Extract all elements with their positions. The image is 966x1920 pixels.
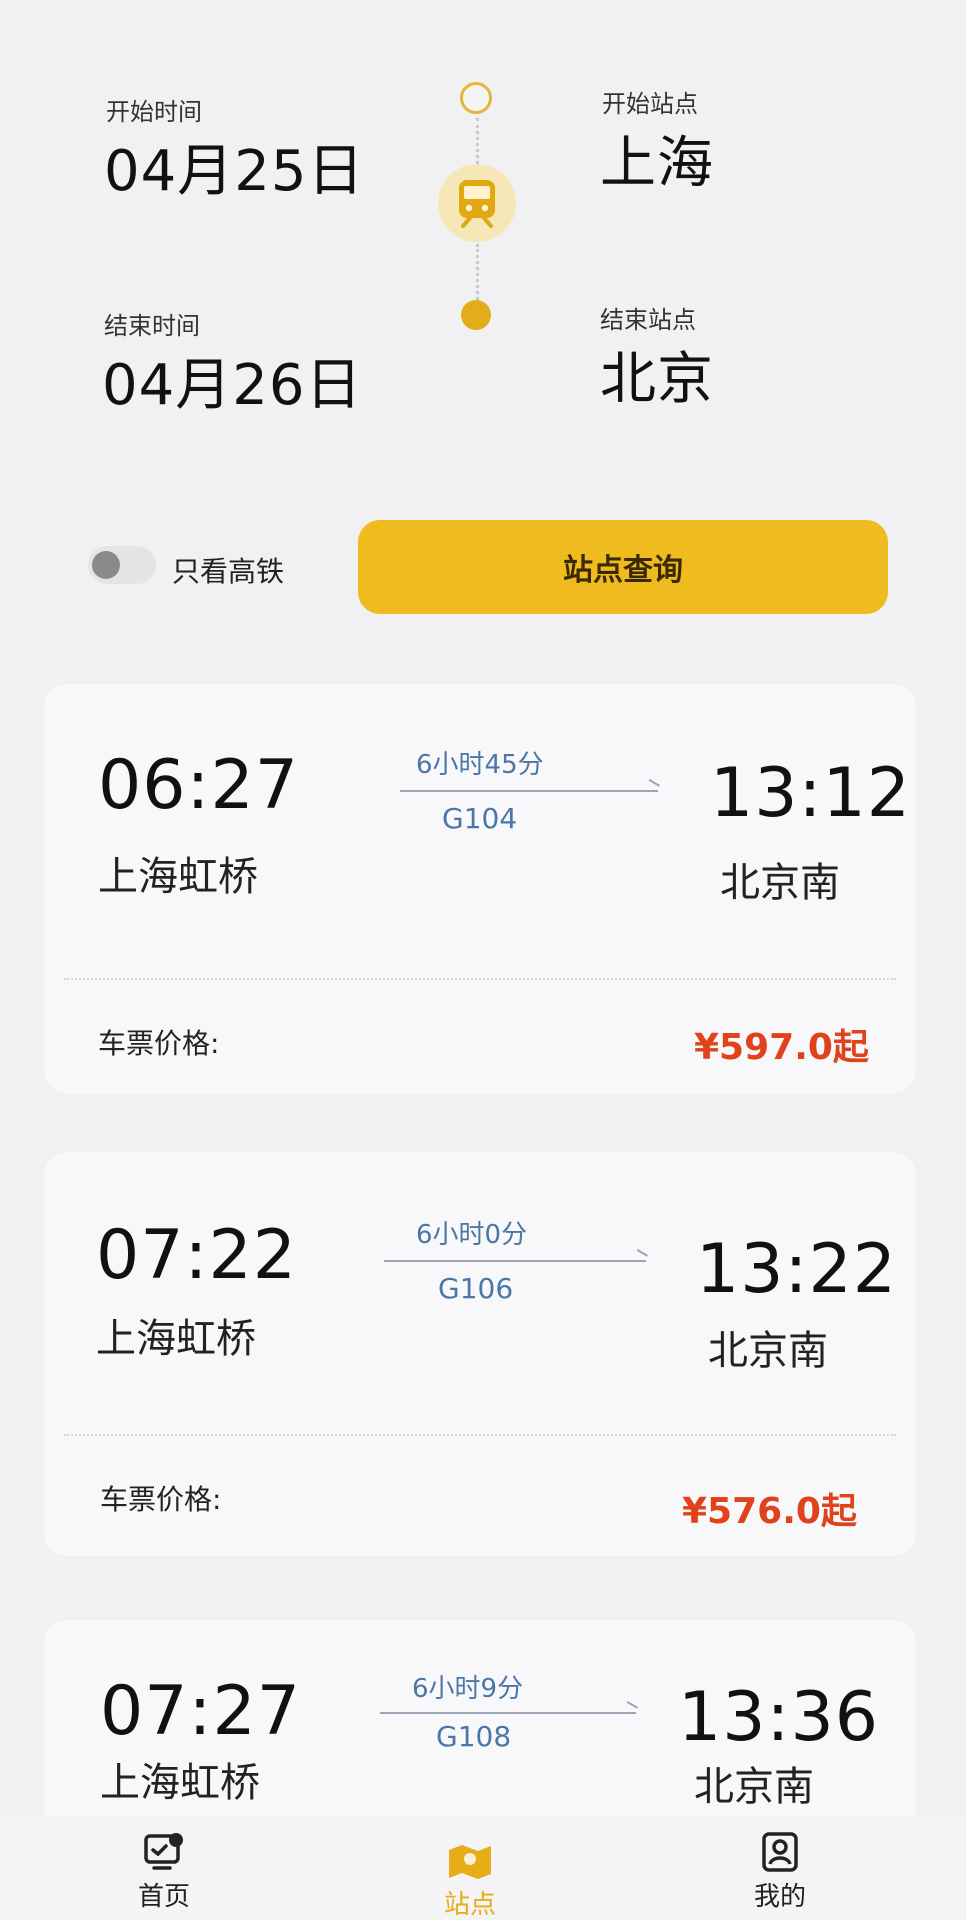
- train-card[interactable]: 07:22 上海虹桥 6小时0分 G106 13:22 北京南 车票价格: ¥5…: [44, 1152, 916, 1556]
- nav-item-stations[interactable]: 站点: [410, 1842, 530, 1920]
- nav-item-home[interactable]: 首页: [104, 1830, 224, 1913]
- nav-label-profile: 我的: [753, 1882, 806, 1912]
- start-date[interactable]: 04月25日: [104, 126, 365, 207]
- nav-label-home: 首页: [137, 1882, 190, 1912]
- price: ¥597.0起: [694, 1027, 869, 1068]
- timeline-line-bottom: [476, 244, 479, 300]
- arrow-icon: [400, 790, 658, 792]
- price: ¥576.0起: [682, 1491, 857, 1532]
- arrival-time: 13:36: [678, 1678, 879, 1757]
- duration: 6小时45分: [416, 750, 544, 780]
- bottom-nav: 首页 站点 我的: [0, 1816, 966, 1920]
- map-icon: [449, 1845, 491, 1879]
- high-speed-toggle[interactable]: [88, 546, 156, 584]
- train-number: G104: [442, 802, 518, 835]
- screen: 开始时间 04月25日 结束时间 04月26日 开始站点 上海 结束站点 北京 …: [0, 0, 966, 1920]
- departure-station: 上海虹桥: [100, 1760, 260, 1806]
- end-dot-icon: [461, 300, 491, 330]
- home-icon: [144, 1833, 183, 1870]
- price-label: 车票价格:: [100, 1483, 222, 1516]
- arrival-time: 13:12: [710, 754, 911, 833]
- start-station-label: 开始站点: [602, 90, 698, 118]
- end-station-label: 结束站点: [600, 306, 696, 334]
- start-station[interactable]: 上海: [600, 118, 714, 199]
- duration: 6小时0分: [416, 1220, 528, 1250]
- departure-time: 07:22: [96, 1216, 297, 1295]
- arrow-icon: [380, 1712, 636, 1714]
- arrow-icon: [384, 1260, 646, 1262]
- duration: 6小时9分: [412, 1674, 524, 1704]
- train-number: G108: [436, 1720, 512, 1753]
- train-number: G106: [438, 1272, 514, 1305]
- query-button[interactable]: 站点查询: [358, 520, 888, 614]
- arrival-station: 北京南: [720, 860, 840, 906]
- departure-station: 上海虹桥: [98, 854, 258, 900]
- departure-time: 07:27: [100, 1672, 301, 1751]
- end-station[interactable]: 北京: [600, 334, 714, 415]
- arrival-time: 13:22: [696, 1230, 897, 1309]
- arrival-station: 北京南: [708, 1328, 828, 1374]
- arrival-station: 北京南: [694, 1764, 814, 1810]
- start-time-label: 开始时间: [106, 98, 202, 126]
- card-divider: [64, 1434, 896, 1436]
- train-icon: [438, 164, 516, 242]
- end-date[interactable]: 04月26日: [102, 340, 363, 421]
- end-time-label: 结束时间: [104, 312, 200, 340]
- departure-time: 06:27: [98, 746, 299, 825]
- card-divider: [64, 978, 896, 980]
- departure-station: 上海虹桥: [96, 1316, 256, 1362]
- search-panel: 开始时间 04月25日 结束时间 04月26日 开始站点 上海 结束站点 北京 …: [0, 0, 966, 650]
- price-label: 车票价格:: [98, 1027, 220, 1060]
- high-speed-toggle-label: 只看高铁: [172, 555, 285, 588]
- toggle-knob: [92, 551, 120, 579]
- nav-item-profile[interactable]: 我的: [720, 1830, 840, 1913]
- nav-label-stations: 站点: [443, 1890, 496, 1920]
- start-dot-icon: [460, 82, 492, 114]
- train-card[interactable]: 06:27 上海虹桥 6小时45分 G104 13:12 北京南 车票价格: ¥…: [44, 684, 916, 1094]
- profile-icon: [762, 1832, 798, 1872]
- timeline-line-top: [476, 118, 479, 164]
